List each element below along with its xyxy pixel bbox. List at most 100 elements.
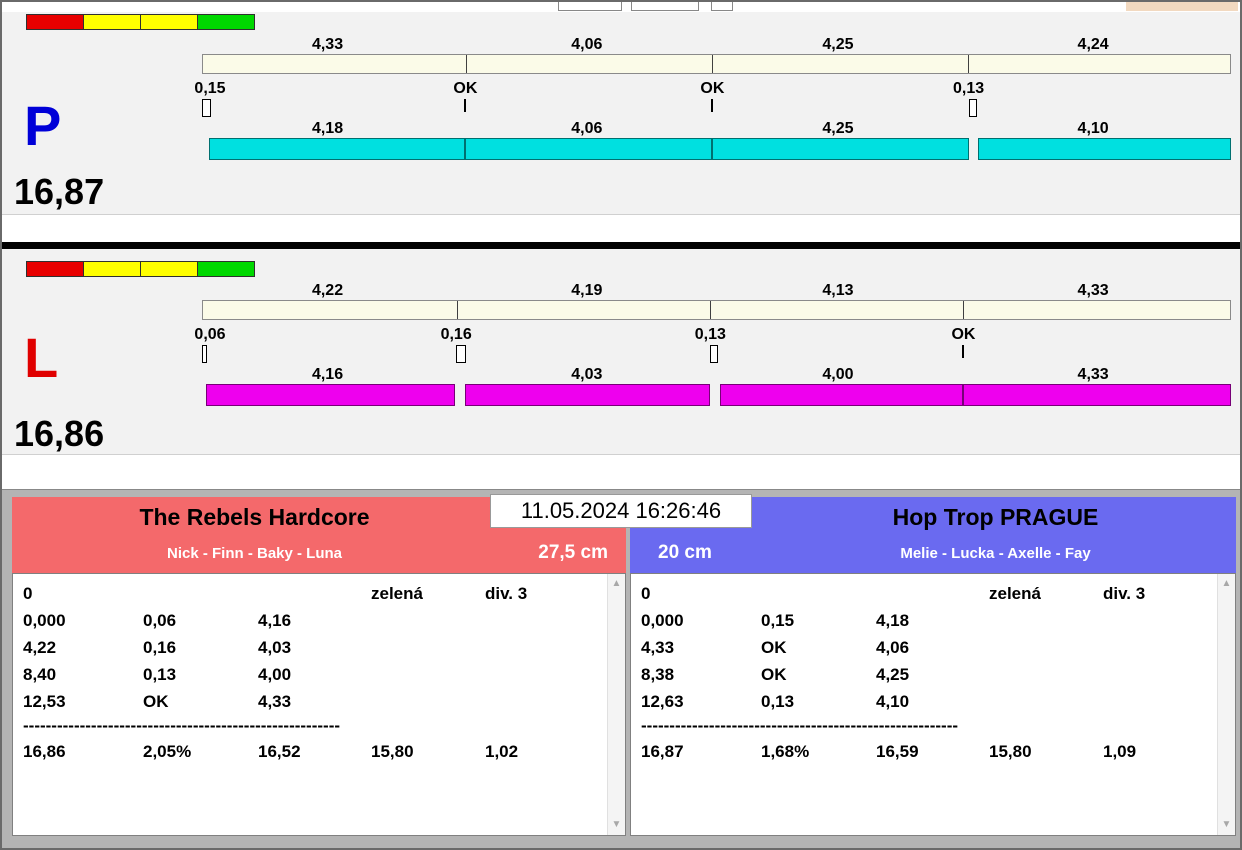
run-segment: [206, 384, 456, 406]
result-row: 8,38 OK 4,25: [631, 665, 1217, 692]
result-cell: 1,68%: [761, 742, 810, 761]
run-segment: [719, 384, 964, 406]
result-row: 4,22 0,16 4,03: [13, 638, 607, 665]
result-cell: 0,15: [761, 611, 795, 630]
result-cell: div. 3: [1103, 584, 1146, 603]
result-cell: zelená: [989, 584, 1041, 603]
result-cell: OK: [761, 638, 787, 657]
result-cell: OK: [761, 665, 787, 684]
result-cell: 15,80: [989, 742, 1032, 761]
lap-time-label: 4,19: [571, 282, 603, 299]
result-cell: 0: [641, 584, 651, 603]
result-cell: 4,00: [258, 665, 292, 684]
lap-time-label: 4,33: [1077, 282, 1109, 299]
summary-row: 16,86 2,05% 16,52 15,80 1,02: [13, 742, 607, 769]
lap-time-label: 4,33: [311, 36, 344, 53]
top-corner-decoration: [1126, 2, 1238, 11]
lap-time-label: 4,06: [571, 120, 603, 137]
team-right-results-table: 0 zelená div. 3 0,000 0,15 4,18 4,33 OK …: [630, 573, 1236, 836]
exchange-ok-tick: [464, 99, 467, 112]
lane-l-run-bar: [202, 384, 1231, 406]
lane-p-bottom-lap-labels: 4,18 4,06 4,25 4,10: [202, 120, 1231, 138]
lane-divider: [2, 242, 1240, 249]
lane-p-exchange-labels: 0,15 OK OK 0,13: [194, 80, 1231, 98]
lap-time-label: 4,10: [1077, 120, 1109, 137]
result-cell: 16,52: [258, 742, 301, 761]
lap-time-label: 4,18: [311, 120, 344, 137]
run-segment: [977, 138, 1231, 160]
scroll-down-icon[interactable]: ▼: [608, 817, 625, 833]
run-segment: [465, 384, 711, 406]
scrollbar[interactable]: ▲ ▼: [1217, 574, 1235, 835]
lane-total-time: 16,86: [14, 413, 105, 454]
exchange-gap-marker: [202, 99, 211, 117]
scroll-up-icon[interactable]: ▲: [608, 576, 625, 592]
result-cell: 0,000: [641, 611, 684, 630]
run-segment: [963, 384, 1231, 406]
result-cell: 15,80: [371, 742, 414, 761]
lane-l-exchange-labels: 0,06 0,16 0,13 OK: [194, 326, 1231, 344]
jump-height: 27,5 cm: [538, 542, 608, 563]
segment-divider: [712, 55, 714, 73]
start-light-red-icon: [26, 261, 84, 277]
exchange-time-label: OK: [951, 326, 976, 343]
result-row: 0,000 0,06 4,16: [13, 611, 607, 638]
exchange-gap-marker: [202, 345, 207, 363]
lane-l-bottom-lap-labels: 4,16 4,03 4,00 4,33: [202, 366, 1231, 384]
jump-height: 20 cm: [658, 542, 712, 563]
result-cell: 4,16: [258, 611, 292, 630]
lane-p-footer-strip: [2, 214, 1240, 243]
scroll-down-icon[interactable]: ▼: [1218, 817, 1235, 833]
run-segment: [209, 138, 466, 160]
result-cell: zelená: [371, 584, 423, 603]
top-edge-notch: [558, 2, 622, 11]
run-segment: [465, 138, 713, 160]
result-cell: 12,63: [641, 692, 684, 711]
lane-p-bars: 4,33 4,06 4,25 4,24 0,15 OK OK 0,13 4,18…: [194, 12, 1231, 242]
status-row: 0 zelená div. 3: [13, 584, 607, 611]
segment-divider: [710, 301, 712, 319]
result-cell: 4,33: [258, 692, 292, 711]
result-cell: 8,38: [641, 665, 675, 684]
lane-p-run-bar: [202, 138, 1231, 160]
lap-time-label: 4,22: [311, 282, 344, 299]
exchange-time-label: OK: [453, 80, 478, 97]
segment-divider: [962, 301, 964, 319]
status-row: 0 zelená div. 3: [631, 584, 1217, 611]
start-light-red-icon: [26, 14, 84, 30]
result-cell: 1,02: [485, 742, 519, 761]
exchange-ok-tick: [711, 99, 714, 112]
start-light-yellow-icon: [83, 261, 141, 277]
result-cell: 4,03: [258, 638, 292, 657]
scrollbar[interactable]: ▲ ▼: [607, 574, 625, 835]
exchange-time-label: 0,06: [194, 326, 226, 343]
result-cell: 4,33: [641, 638, 675, 657]
lap-time-label: 4,16: [311, 366, 344, 383]
lane-p-panel: 4,33 4,06 4,25 4,24 0,15 OK OK 0,13 4,18…: [2, 12, 1240, 243]
segment-divider: [456, 301, 458, 319]
result-cell: 4,10: [876, 692, 910, 711]
result-cell: 0: [23, 584, 33, 603]
lane-l-bars: 4,22 4,19 4,13 4,33 0,06 0,16 0,13 OK 4,…: [194, 249, 1231, 489]
scroll-up-icon[interactable]: ▲: [1218, 576, 1235, 592]
run-segment: [712, 138, 969, 160]
result-cell: 1,09: [1103, 742, 1137, 761]
result-row: 0,000 0,15 4,18: [631, 611, 1217, 638]
exchange-time-label: 0,13: [953, 80, 985, 97]
team-left-results-table: 0 zelená div. 3 0,000 0,06 4,16 4,22 0,1…: [12, 573, 626, 836]
result-cell: 2,05%: [143, 742, 192, 761]
lane-p-exchange-markers: [202, 99, 1231, 119]
lane-p-top-lap-labels: 4,33 4,06 4,25 4,24: [202, 36, 1231, 54]
result-cell: 4,25: [876, 665, 910, 684]
exchange-ok-tick: [962, 345, 965, 358]
results-panel: The Rebels Hardcore Nick - Finn - Baky -…: [2, 489, 1240, 848]
result-cell: 0,13: [143, 665, 177, 684]
lap-time-label: 4,25: [822, 36, 854, 53]
summary-row: 16,87 1,68% 16,59 15,80 1,09: [631, 742, 1217, 769]
lane-letter: L: [24, 326, 59, 389]
lap-time-label: 4,00: [822, 366, 854, 383]
result-row: 4,33 OK 4,06: [631, 638, 1217, 665]
exchange-gap-marker: [456, 345, 467, 363]
result-cell: 0,16: [143, 638, 177, 657]
exchange-time-label: 0,15: [194, 80, 226, 97]
